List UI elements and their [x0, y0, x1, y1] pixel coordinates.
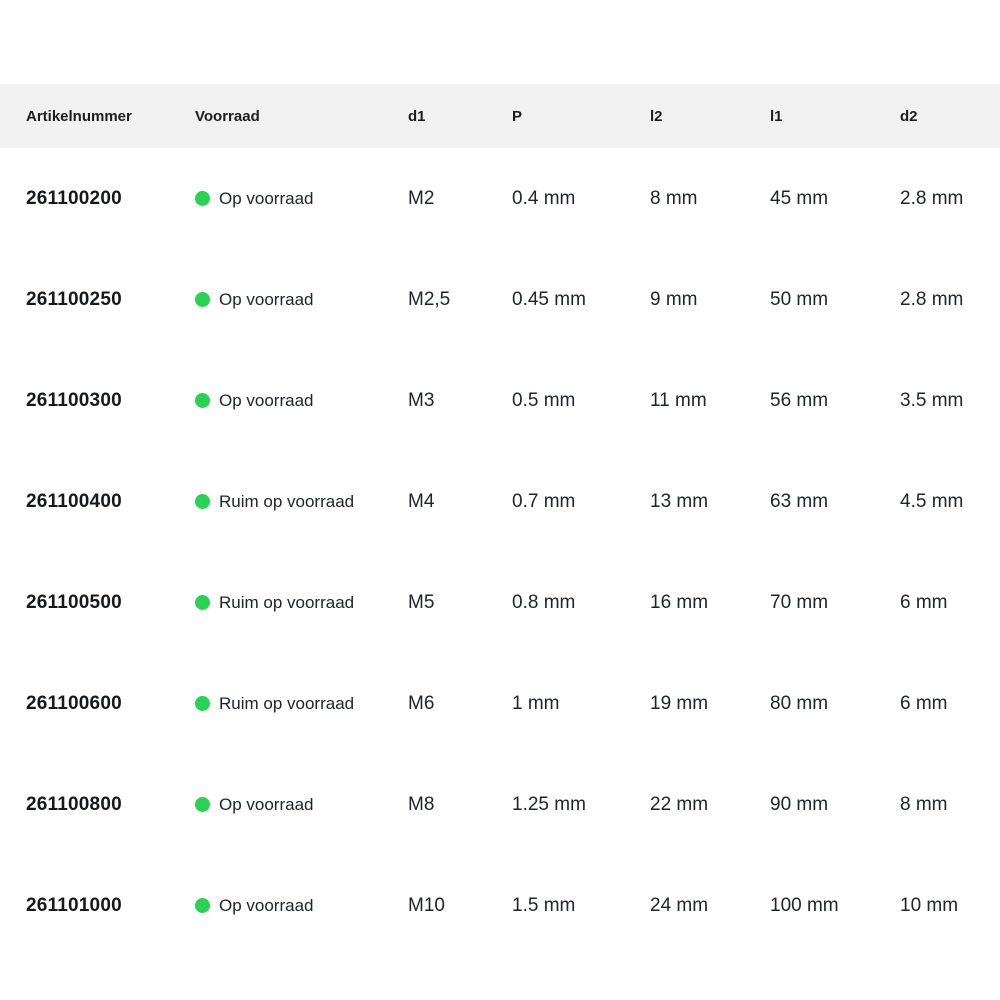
- stock-status-label: Op voorraad: [219, 290, 314, 310]
- value-l1: 80 mm: [770, 693, 900, 715]
- table-row: 261101000 Op voorraad M10 1.5 mm 24 mm 1…: [0, 855, 1000, 956]
- stock-dot-icon: [195, 292, 210, 307]
- value-l1: 56 mm: [770, 390, 900, 412]
- column-header-artikelnummer: Artikelnummer: [26, 108, 195, 125]
- column-header-d1: d1: [408, 108, 512, 125]
- value-l2: 13 mm: [650, 491, 770, 513]
- article-number: 261100800: [26, 794, 195, 816]
- stock-dot-icon: [195, 494, 210, 509]
- table-row: 261100800 Op voorraad M8 1.25 mm 22 mm 9…: [0, 754, 1000, 855]
- stock-dot-icon: [195, 595, 210, 610]
- article-number: 261100300: [26, 390, 195, 412]
- value-l2: 22 mm: [650, 794, 770, 816]
- value-d2: 10 mm: [900, 895, 1000, 917]
- stock-status-label: Ruim op voorraad: [219, 694, 354, 714]
- article-number: 261101000: [26, 895, 195, 917]
- table-header-row: Artikelnummer Voorraad d1 P l2 l1 d2: [0, 84, 1000, 148]
- column-header-d2: d2: [900, 108, 1000, 125]
- table-row: 261100600 Ruim op voorraad M6 1 mm 19 mm…: [0, 653, 1000, 754]
- stock-status: Op voorraad: [195, 189, 408, 209]
- column-header-voorraad: Voorraad: [195, 108, 408, 125]
- value-l2: 16 mm: [650, 592, 770, 614]
- value-p: 0.45 mm: [512, 289, 650, 311]
- value-p: 0.5 mm: [512, 390, 650, 412]
- value-d1: M5: [408, 592, 512, 614]
- value-d1: M8: [408, 794, 512, 816]
- stock-dot-icon: [195, 191, 210, 206]
- column-header-l2: l2: [650, 108, 770, 125]
- stock-status: Op voorraad: [195, 795, 408, 815]
- stock-status: Ruim op voorraad: [195, 694, 408, 714]
- stock-dot-icon: [195, 898, 210, 913]
- value-d2: 4.5 mm: [900, 491, 1000, 513]
- value-d1: M2: [408, 188, 512, 210]
- column-header-p: P: [512, 108, 650, 125]
- value-d2: 3.5 mm: [900, 390, 1000, 412]
- value-d2: 6 mm: [900, 592, 1000, 614]
- stock-status-label: Ruim op voorraad: [219, 492, 354, 512]
- value-d2: 2.8 mm: [900, 289, 1000, 311]
- value-d1: M3: [408, 390, 512, 412]
- article-number: 261100500: [26, 592, 195, 614]
- table-row: 261100400 Ruim op voorraad M4 0.7 mm 13 …: [0, 451, 1000, 552]
- stock-status: Ruim op voorraad: [195, 492, 408, 512]
- article-number: 261100250: [26, 289, 195, 311]
- stock-status-label: Ruim op voorraad: [219, 593, 354, 613]
- stock-status-label: Op voorraad: [219, 391, 314, 411]
- value-d1: M6: [408, 693, 512, 715]
- value-d2: 8 mm: [900, 794, 1000, 816]
- table-row: 261100500 Ruim op voorraad M5 0.8 mm 16 …: [0, 552, 1000, 653]
- value-p: 0.7 mm: [512, 491, 650, 513]
- article-number: 261100400: [26, 491, 195, 513]
- value-p: 0.4 mm: [512, 188, 650, 210]
- product-spec-table: Artikelnummer Voorraad d1 P l2 l1 d2 261…: [0, 84, 1000, 956]
- stock-status-label: Op voorraad: [219, 189, 314, 209]
- stock-status: Op voorraad: [195, 391, 408, 411]
- value-l2: 9 mm: [650, 289, 770, 311]
- stock-status: Ruim op voorraad: [195, 593, 408, 613]
- value-l1: 45 mm: [770, 188, 900, 210]
- value-d1: M2,5: [408, 289, 512, 311]
- table-row: 261100200 Op voorraad M2 0.4 mm 8 mm 45 …: [0, 148, 1000, 249]
- value-l1: 100 mm: [770, 895, 900, 917]
- value-d2: 2.8 mm: [900, 188, 1000, 210]
- table-row: 261100250 Op voorraad M2,5 0.45 mm 9 mm …: [0, 249, 1000, 350]
- stock-dot-icon: [195, 797, 210, 812]
- value-l1: 70 mm: [770, 592, 900, 614]
- stock-status: Op voorraad: [195, 290, 408, 310]
- value-d2: 6 mm: [900, 693, 1000, 715]
- column-header-l1: l1: [770, 108, 900, 125]
- article-number: 261100600: [26, 693, 195, 715]
- value-p: 1.25 mm: [512, 794, 650, 816]
- stock-status: Op voorraad: [195, 896, 408, 916]
- value-l2: 11 mm: [650, 390, 770, 412]
- value-p: 1 mm: [512, 693, 650, 715]
- value-p: 0.8 mm: [512, 592, 650, 614]
- table-row: 261100300 Op voorraad M3 0.5 mm 11 mm 56…: [0, 350, 1000, 451]
- value-p: 1.5 mm: [512, 895, 650, 917]
- article-number: 261100200: [26, 188, 195, 210]
- value-l1: 50 mm: [770, 289, 900, 311]
- value-l2: 8 mm: [650, 188, 770, 210]
- value-l2: 24 mm: [650, 895, 770, 917]
- stock-status-label: Op voorraad: [219, 896, 314, 916]
- value-d1: M4: [408, 491, 512, 513]
- stock-dot-icon: [195, 696, 210, 711]
- value-l1: 63 mm: [770, 491, 900, 513]
- stock-dot-icon: [195, 393, 210, 408]
- value-l1: 90 mm: [770, 794, 900, 816]
- stock-status-label: Op voorraad: [219, 795, 314, 815]
- value-d1: M10: [408, 895, 512, 917]
- value-l2: 19 mm: [650, 693, 770, 715]
